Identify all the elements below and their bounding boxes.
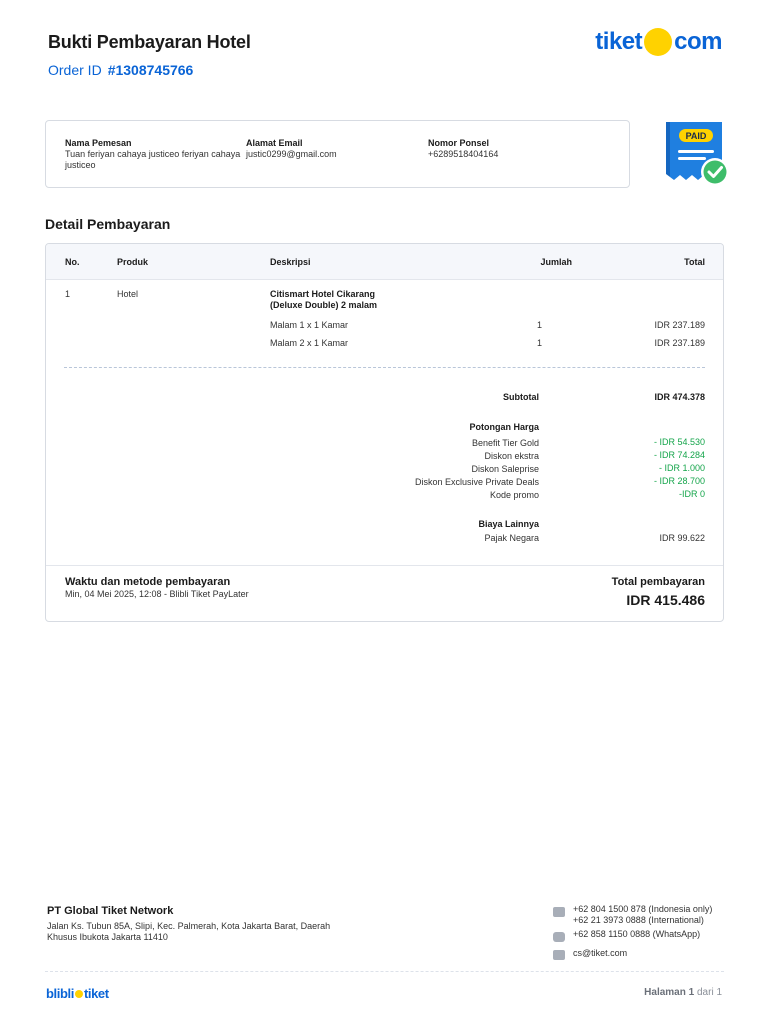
night-row-qty: 1 (536, 338, 542, 348)
blibli-logo-left: blibli (46, 986, 74, 1001)
payment-details-title: Detail Pembayaran (45, 216, 171, 232)
night-row-qty: 1 (536, 320, 542, 330)
blibli-logo-right: tiket (83, 986, 109, 1001)
total-payment-label: Total pembayaran (611, 576, 705, 588)
col-qty: Jumlah (540, 257, 572, 267)
customer-name-label: Nama Pemesan (65, 138, 132, 148)
discount-label: Benefit Tier Gold (471, 438, 539, 448)
whatsapp-number[interactable]: +62 858 1150 0888 (WhatsApp) (573, 929, 700, 940)
discount-value: - IDR 74.284 (653, 450, 705, 460)
col-no: No. (65, 257, 80, 267)
table-header: No. Produk Deskripsi Jumlah Total (46, 244, 723, 280)
customer-phone: Nomor Ponsel +6289518404164 (428, 138, 608, 160)
tiket-logo-left: tiket (595, 28, 643, 55)
payment-method-title: Waktu dan metode pembayaran (65, 576, 231, 588)
table-divider (64, 367, 705, 368)
blibli-tiket-logo: blibli tiket (46, 986, 109, 1001)
discount-value: -IDR 0 (678, 489, 705, 499)
night-row-desc: Malam 1 x 1 Kamar (270, 320, 349, 330)
night-row-total: IDR 237.189 (654, 338, 705, 348)
discount-label: Diskon Saleprise (471, 464, 539, 474)
customer-email-value: justic0299@gmail.com (246, 149, 337, 159)
discount-value: - IDR 28.700 (653, 476, 705, 486)
customer-email: Alamat Email justic0299@gmail.com (246, 138, 426, 160)
night-row-desc: Malam 2 x 1 Kamar (270, 338, 349, 348)
other-fees-title: Biaya Lainnya (478, 519, 539, 529)
item-hotel-name-line1: Citismart Hotel Cikarang (270, 289, 376, 299)
customer-phone-value: +6289518404164 (428, 149, 499, 159)
order-id-value: #1308745766 (107, 62, 194, 78)
phone-international: +62 21 3973 0888 (International) (573, 915, 704, 925)
whatsapp-icon (553, 932, 565, 942)
phone-indonesia: +62 804 1500 878 (Indonesia only) (573, 904, 713, 914)
col-total: Total (684, 257, 705, 267)
blibli-logo-dot (74, 989, 83, 998)
discount-label: Kode promo (489, 490, 539, 500)
discount-value: - IDR 54.530 (653, 437, 705, 447)
tiket-logo-dot (644, 28, 673, 56)
fee-label: Pajak Negara (484, 533, 539, 543)
company-address: Jalan Ks. Tubun 85A, Slipi, Kec. Palmera… (47, 921, 331, 942)
page-title: Bukti Pembayaran Hotel (48, 32, 251, 52)
customer-phone-label: Nomor Ponsel (428, 138, 490, 148)
customer-info-card: Nama Pemesan Tuan feriyan cahaya justice… (45, 120, 630, 188)
night-row-total: IDR 237.189 (654, 320, 705, 330)
page-total: dari 1 (696, 987, 722, 998)
payment-table: No. Produk Deskripsi Jumlah Total 1 Hote… (45, 243, 724, 622)
item-hotel-name: Citismart Hotel Cikarang (Deluxe Double)… (270, 289, 377, 311)
phone-icon (553, 907, 565, 917)
phone-numbers: +62 804 1500 878 (Indonesia only) +62 21… (573, 904, 712, 926)
order-id: Order ID #1308745766 (48, 62, 193, 78)
subtotal-value: IDR 474.378 (654, 392, 705, 402)
item-hotel-name-line2: (Deluxe Double) 2 malam (270, 300, 378, 310)
footer-divider (45, 971, 724, 972)
order-id-label: Order ID (48, 62, 102, 78)
page-indicator: Halaman 1 dari 1 (644, 987, 722, 998)
item-no: 1 (65, 289, 71, 299)
paid-receipt-icon: PAID (666, 122, 729, 186)
page-label: Halaman (644, 987, 686, 998)
email-icon (553, 950, 565, 960)
support-email[interactable]: cs@tiket.com (573, 948, 627, 959)
page-current: 1 (688, 987, 695, 998)
customer-name-value: Tuan feriyan cahaya justiceo feriyan cah… (65, 149, 241, 170)
discount-label: Diskon ekstra (484, 451, 539, 461)
tiket-logo: tiket com (595, 26, 722, 58)
col-description: Deskripsi (270, 257, 311, 267)
col-product: Produk (117, 257, 149, 267)
discount-value: - IDR 1.000 (658, 463, 705, 473)
discount-title: Potongan Harga (469, 422, 539, 432)
payment-method-value: Min, 04 Mei 2025, 12:08 - Blibli Tiket P… (65, 589, 249, 599)
company-name: PT Global Tiket Network (47, 905, 174, 917)
payment-summary: Waktu dan metode pembayaran Min, 04 Mei … (46, 565, 723, 621)
subtotal-label: Subtotal (503, 392, 539, 402)
fee-value: IDR 99.622 (659, 533, 705, 543)
tiket-logo-right: com (674, 28, 722, 55)
paid-badge: PAID (664, 120, 732, 190)
customer-email-label: Alamat Email (246, 138, 303, 148)
total-payment-value: IDR 415.486 (626, 592, 705, 608)
customer-name: Nama Pemesan Tuan feriyan cahaya justice… (65, 138, 251, 171)
paid-badge-label: PAID (686, 131, 707, 141)
discount-label: Diskon Exclusive Private Deals (414, 477, 539, 487)
item-product: Hotel (117, 289, 139, 299)
